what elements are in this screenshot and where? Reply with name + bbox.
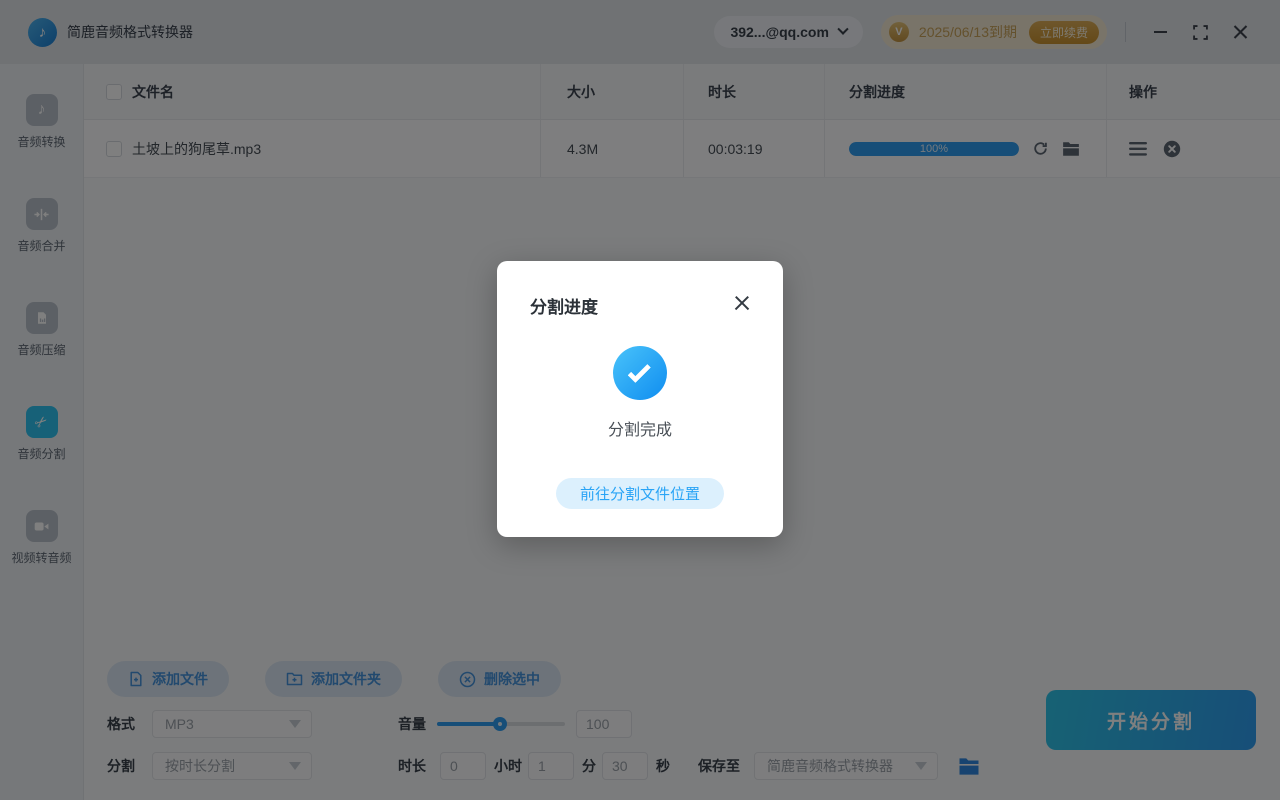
check-mark	[627, 359, 651, 383]
dialog-title: 分割进度	[530, 298, 598, 317]
go-to-split-files-button[interactable]: 前往分割文件位置	[555, 478, 725, 509]
success-check-icon	[613, 346, 667, 400]
dialog-close-icon[interactable]	[734, 295, 750, 311]
split-progress-dialog: 分割进度 分割完成 前往分割文件位置	[497, 261, 783, 537]
dialog-status-text: 分割完成	[607, 422, 672, 439]
